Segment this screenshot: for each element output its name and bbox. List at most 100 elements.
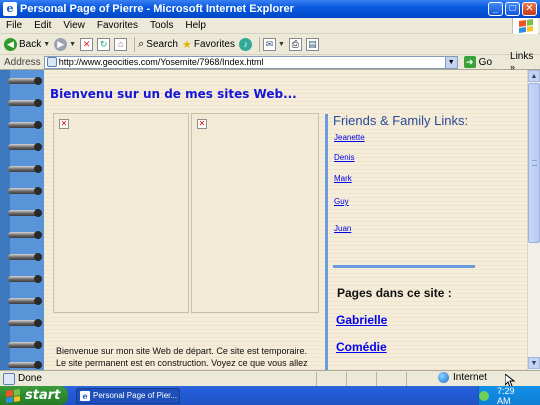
address-label: Address xyxy=(4,56,41,68)
title-bar: e Personal Page of Pierre - Microsoft In… xyxy=(0,0,540,18)
maximize-button[interactable]: □ xyxy=(505,2,520,16)
spiral-ring-icon xyxy=(6,360,44,370)
start-label: start xyxy=(25,388,61,403)
friend-link-guy[interactable]: Guy xyxy=(334,197,349,206)
close-button[interactable]: ✕ xyxy=(522,2,537,16)
windows-logo-icon xyxy=(512,18,538,34)
menu-view[interactable]: View xyxy=(57,20,91,31)
star-icon: ★ xyxy=(181,38,192,51)
zone-label: Internet xyxy=(453,372,487,383)
spiral-binding xyxy=(0,70,44,370)
search-label: Search xyxy=(146,38,178,50)
stop-icon: ✕ xyxy=(80,37,94,51)
page-icon xyxy=(46,57,57,67)
toolbar-separator xyxy=(258,36,260,52)
scroll-down-button[interactable]: ▼ xyxy=(528,357,540,369)
scroll-thumb[interactable] xyxy=(528,83,540,243)
refresh-button[interactable]: ↻ xyxy=(97,37,111,51)
spiral-ring-icon xyxy=(6,274,44,284)
broken-image-icon: ✕ xyxy=(59,119,69,129)
page-link-gabrielle[interactable]: Gabrielle xyxy=(336,313,387,327)
intro-text: Bienvenue sur mon site Web de départ. Ce… xyxy=(56,346,308,370)
forward-button[interactable]: ▶ ▼ xyxy=(54,37,77,51)
friend-link-denis[interactable]: Denis xyxy=(334,153,354,162)
menu-bar: File Edit View Favorites Tools Help xyxy=(0,18,540,34)
address-dropdown-button[interactable]: ▼ xyxy=(444,56,457,68)
print-button[interactable]: ⎙ xyxy=(288,37,302,51)
address-bar: Address http://www.geocities.com/Yosemit… xyxy=(0,51,540,72)
chevron-down-icon: ▼ xyxy=(43,40,51,48)
spiral-ring-icon xyxy=(6,252,44,262)
address-url[interactable]: http://www.geocities.com/Yosemite/7968/I… xyxy=(59,57,264,67)
home-icon: ⌂ xyxy=(114,37,128,51)
edit-button[interactable]: ▤ xyxy=(305,37,319,51)
media-button[interactable]: ♪ xyxy=(238,37,252,51)
go-button[interactable]: ➜ Go xyxy=(463,56,493,68)
mail-icon: ✉ xyxy=(262,37,276,51)
stop-button[interactable]: ✕ xyxy=(80,37,94,51)
page-status-icon xyxy=(3,372,15,385)
go-arrow-icon: ➜ xyxy=(463,56,476,68)
network-icon[interactable] xyxy=(479,390,489,401)
spiral-ring-icon xyxy=(6,76,44,86)
home-button[interactable]: ⌂ xyxy=(114,37,128,51)
forward-arrow-icon: ▶ xyxy=(54,37,68,51)
taskbar: start e Personal Page of Pier... 7:29 AM xyxy=(0,386,540,405)
taskbar-item-label: Personal Page of Pier... xyxy=(93,391,178,400)
status-text: Done xyxy=(18,373,42,384)
chevron-down-icon: ▼ xyxy=(69,40,77,48)
links-label: Links xyxy=(510,51,534,62)
system-tray: 7:29 AM xyxy=(478,386,540,405)
spiral-ring-icon xyxy=(6,186,44,196)
menu-help[interactable]: Help xyxy=(179,20,212,31)
status-bar: Done Internet xyxy=(0,370,540,386)
page-link-comedie[interactable]: Comédie xyxy=(336,340,387,354)
menu-edit[interactable]: Edit xyxy=(28,20,57,31)
menu-tools[interactable]: Tools xyxy=(144,20,179,31)
vertical-scrollbar[interactable]: ▲ ▼ xyxy=(527,70,540,370)
clock: 7:29 AM xyxy=(497,385,515,405)
pages-heading: Pages dans ce site : xyxy=(337,286,452,300)
page-heading: Bienvenu sur un de mes sites Web... xyxy=(50,87,297,101)
scroll-up-button[interactable]: ▲ xyxy=(528,70,540,82)
taskbar-item-ie[interactable]: e Personal Page of Pier... xyxy=(76,387,180,404)
minimize-button[interactable]: _ xyxy=(488,2,503,16)
favorites-button[interactable]: ★ Favorites xyxy=(182,38,235,51)
go-label: Go xyxy=(478,56,493,68)
image-frame-left: ✕ xyxy=(53,113,189,313)
web-content: Bienvenu sur un de mes sites Web... ✕ ✕ … xyxy=(0,70,527,370)
security-zone: Internet xyxy=(438,372,487,383)
friends-heading: Friends & Family Links: xyxy=(333,113,469,128)
refresh-icon: ↻ xyxy=(97,37,111,51)
mail-button[interactable]: ✉ ▼ xyxy=(262,37,285,51)
spiral-ring-icon xyxy=(6,296,44,306)
menu-file[interactable]: File xyxy=(0,20,28,31)
friend-link-juan[interactable]: Juan xyxy=(334,224,351,233)
ie-icon: e xyxy=(3,2,17,16)
search-button[interactable]: ⌕ Search xyxy=(138,38,178,51)
ie-icon: e xyxy=(80,390,90,401)
vertical-divider xyxy=(325,114,328,370)
friend-link-mark[interactable]: Mark xyxy=(334,174,352,183)
spiral-ring-icon xyxy=(6,142,44,152)
spiral-ring-icon xyxy=(6,318,44,328)
menu-favorites[interactable]: Favorites xyxy=(91,20,144,31)
spiral-ring-icon xyxy=(6,120,44,130)
windows-logo-icon xyxy=(6,388,20,403)
spiral-ring-icon xyxy=(6,98,44,108)
chevron-down-icon: ▼ xyxy=(277,40,285,48)
favorites-label: Favorites xyxy=(193,38,235,50)
globe-icon xyxy=(438,372,449,383)
start-button[interactable]: start xyxy=(0,386,68,405)
image-frame-right: ✕ xyxy=(191,113,319,313)
toolbar-separator xyxy=(134,36,136,52)
media-icon: ♪ xyxy=(238,37,252,51)
search-icon: ⌕ xyxy=(138,37,145,50)
address-input[interactable]: http://www.geocities.com/Yosemite/7968/I… xyxy=(43,55,458,69)
back-arrow-icon: ◀ xyxy=(4,37,17,51)
spiral-ring-icon xyxy=(6,208,44,218)
edit-icon: ▤ xyxy=(305,37,319,51)
broken-image-icon: ✕ xyxy=(197,119,207,129)
back-button[interactable]: ◀ Back ▼ xyxy=(4,37,51,51)
friend-link-jeanette[interactable]: Jeanette xyxy=(334,133,365,142)
